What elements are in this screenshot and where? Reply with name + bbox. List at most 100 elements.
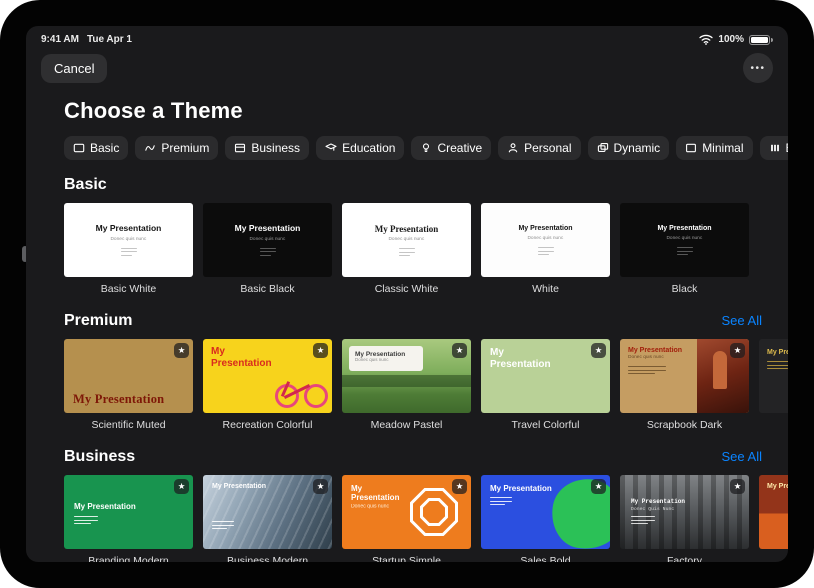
premium-star-badge: ★ [730, 479, 745, 494]
premium-star-badge: ★ [591, 343, 606, 358]
navigation-bar: Cancel ••• [41, 53, 773, 83]
see-all-link[interactable]: See All [722, 313, 762, 328]
theme-card-subtitle: Donec quis nunc [628, 355, 676, 361]
theme-card-classic-white[interactable]: My Presentation Donec quis nunc [342, 203, 471, 277]
category-tab-business[interactable]: Business [225, 136, 309, 160]
status-bar: 9:41 AM Tue Apr 1 100% [41, 34, 773, 45]
theme-item-branding-modern: My Presentation★Branding Modern [64, 475, 193, 562]
category-tab-label: Bold [786, 142, 788, 154]
theme-name-label [759, 555, 788, 562]
theme-card-black[interactable]: My Presentation Donec quis nunc [620, 203, 749, 277]
theme-row: My Presentation★Scientific MutedMy Prese… [26, 339, 788, 432]
theme-card-business-modern[interactable]: My Presentation★ [203, 475, 332, 549]
theme-card-subtitle: Donec quis nunc [250, 237, 286, 243]
theme-row: My PresentationDonec quis nuncBasic Whit… [26, 203, 788, 296]
theme-card-partial[interactable]: My Presentation★ [759, 339, 788, 413]
page-title: Choose a Theme [64, 98, 788, 124]
theme-card-title: My Presentation [351, 484, 407, 502]
status-time: 9:41 AM [41, 34, 79, 45]
placeholder-text-lines [260, 248, 276, 256]
theme-card-basic-black[interactable]: My PresentationDonec quis nunc [203, 203, 332, 277]
theme-card-partial[interactable]: My Pre★ [759, 475, 788, 549]
theme-card-title: My Presentation [657, 225, 711, 233]
category-tab-education[interactable]: Education [316, 136, 404, 160]
wifi-icon [699, 34, 713, 45]
theme-name-label: Meadow Pastel [342, 419, 471, 432]
category-tab-creative[interactable]: Creative [411, 136, 491, 160]
theme-card-subtitle: Donec quis nunc [355, 358, 402, 363]
theme-row: My Presentation★Branding ModernMy Presen… [26, 475, 788, 562]
category-tab-personal[interactable]: Personal [498, 136, 580, 160]
theme-card-recreation-colorful[interactable]: My Presentation★ [203, 339, 332, 413]
window-icon [234, 142, 246, 154]
theme-item-basic-black: My PresentationDonec quis nunc Basic Blac… [203, 203, 332, 296]
theme-card-content: My PresentationDonec quis nunc [628, 347, 688, 374]
theme-card-scrapbook-dark[interactable]: My PresentationDonec quis nunc★ [620, 339, 749, 413]
theme-card-travel-colorful[interactable]: My Presentation★ [481, 339, 610, 413]
theme-card-sales-bold[interactable]: My Presentation★ [481, 475, 610, 549]
status-left: 9:41 AM Tue Apr 1 [41, 34, 132, 45]
section-header: Basic [64, 176, 762, 194]
person-icon [507, 142, 519, 154]
category-tab-label: Creative [437, 142, 482, 154]
category-tab-basic[interactable]: Basic [64, 136, 128, 160]
battery-percent-label: 100% [718, 34, 744, 45]
theme-name-label: Basic Black [203, 283, 332, 296]
theme-card-content: My PresentationDonec quis nunc [481, 203, 610, 277]
graduation-cap-icon [325, 142, 337, 154]
theme-card-basic-white[interactable]: My PresentationDonec quis nunc [64, 203, 193, 277]
theme-card-white[interactable]: My PresentationDonec quis nunc [481, 203, 610, 277]
theme-item-business-modern: My Presentation★Business Modern [203, 475, 332, 562]
section-title: Business [64, 448, 135, 466]
theme-card-startup-simple[interactable]: My PresentationDonec quis nunc ★ [342, 475, 471, 549]
category-tab-dynamic[interactable]: Dynamic [588, 136, 670, 160]
placeholder-text-lines [212, 521, 234, 529]
category-tabs: Basic Premium Business Education Creative Per… [64, 136, 788, 160]
theme-item-scrapbook-dark: My PresentationDonec quis nunc★ Scrapbook… [620, 339, 749, 432]
theme-card-subtitle: Donec quis nunc [389, 237, 425, 243]
theme-card-subtitle: Donec quis nunc [667, 236, 703, 242]
theme-card-subtitle: Donec quis nunc [111, 237, 147, 243]
see-all-link[interactable]: See All [722, 449, 762, 464]
premium-star-badge: ★ [452, 479, 467, 494]
theme-card-title: My Presentation [767, 349, 788, 357]
theme-name-label: Sales Bold [481, 555, 610, 562]
more-options-button[interactable]: ••• [743, 53, 773, 83]
theme-name-label: Recreation Colorful [203, 419, 332, 432]
theme-item-white: My PresentationDonec quis nuncWhite [481, 203, 610, 296]
theme-card-content: My Presentation [212, 483, 266, 529]
theme-card-title: My Pre [767, 483, 788, 491]
section-title: Premium [64, 312, 132, 330]
theme-card-factory[interactable]: My PresentationDonec Quis Nunc★ [620, 475, 749, 549]
theme-name-label: Scrapbook Dark [620, 419, 749, 432]
theme-card-title: My Presentation [74, 502, 136, 511]
category-tab-minimal[interactable]: Minimal [676, 136, 752, 160]
theme-card-scientific-muted[interactable]: My Presentation★ [64, 339, 193, 413]
placeholder-text-lines [767, 361, 788, 369]
theme-card-title: My Presentation [631, 499, 685, 506]
theme-card-meadow-pastel[interactable]: My PresentationDonec quis nunc★ [342, 339, 471, 413]
theme-name-label: Travel Colorful [481, 419, 610, 432]
theme-item-startup-simple: My PresentationDonec quis nunc ★ Startup S… [342, 475, 471, 562]
theme-card-title: My Presentation [375, 224, 439, 234]
theme-name-label: Startup Simple [342, 555, 471, 562]
category-tab-label: Dynamic [614, 142, 661, 154]
category-tab-premium[interactable]: Premium [135, 136, 218, 160]
cancel-button[interactable]: Cancel [41, 54, 107, 83]
section-premium: PremiumSee AllMy Presentation★Scientific… [26, 312, 788, 432]
theme-item-classic-white: My PresentationDonec quis nuncClassic Wh… [342, 203, 471, 296]
ellipsis-icon: ••• [750, 63, 765, 74]
theme-item-partial: My Pre★ [759, 475, 788, 562]
category-tab-label: Personal [524, 142, 571, 154]
theme-item-scientific-muted: My Presentation★ Scientific Muted [64, 339, 193, 432]
theme-card-content: My PresentationDonec quis nunc [351, 484, 407, 512]
section-title: Basic [64, 176, 107, 194]
theme-card-content: My Presentation [490, 484, 552, 505]
theme-name-label: Scientific Muted [64, 419, 193, 432]
theme-item-black: My PresentationDonec quis nuncBlack [620, 203, 749, 296]
theme-sections: BasicMy PresentationDonec quis nuncBasic… [26, 176, 788, 562]
theme-card-branding-modern[interactable]: My Presentation★ [64, 475, 193, 549]
section-business: Business See All My Presentation★Branding … [26, 448, 788, 562]
theme-name-label: Factory [620, 555, 749, 562]
category-tab-bold[interactable]: Bold [760, 136, 788, 160]
